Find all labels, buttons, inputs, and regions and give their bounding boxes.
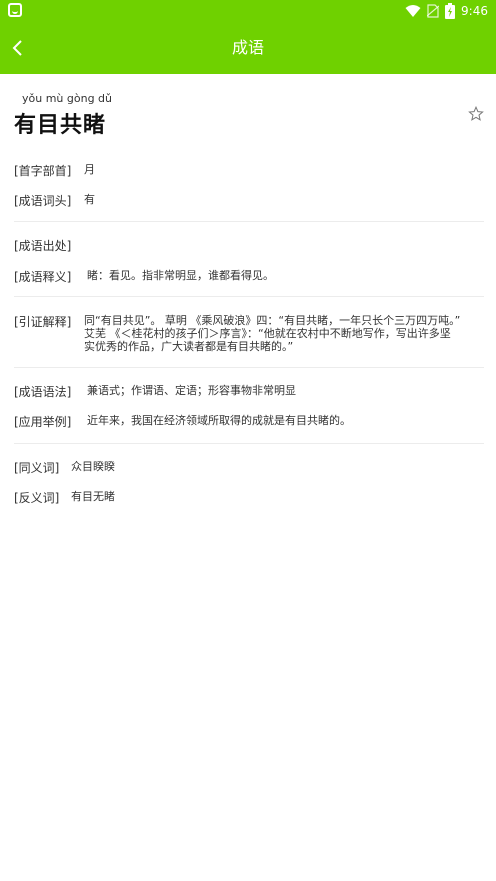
field-citation-label: [引证解释] (14, 315, 72, 329)
field-radical-value: 月 (84, 163, 95, 176)
field-synonym-label: [同义词] (14, 461, 60, 475)
field-antonym-label: [反义词] (14, 491, 60, 505)
field-synonym-value[interactable]: 众目睽睽 (71, 460, 115, 473)
wifi-icon (405, 5, 421, 17)
app-notification-icon (8, 3, 22, 17)
status-indicators: 9:46 (405, 2, 488, 20)
field-usage-value: 兼语式；作谓语、定语；形容事物非常明显 (87, 384, 296, 397)
field-source-label: [成语出处] (14, 239, 72, 253)
app-bar: 成语 (0, 22, 496, 74)
divider (14, 367, 484, 368)
divider (14, 443, 484, 444)
field-usage-label: [成语语法] (14, 385, 72, 399)
field-citation-line: 实优秀的作品，广大读者都是有目共睹的。” (84, 340, 294, 353)
status-time: 9:46 (461, 4, 488, 18)
field-radical-label: [首字部首] (14, 164, 72, 178)
field-example-value: 近年来，我国在经济领域所取得的成就是有目共睹的。 (87, 414, 351, 427)
no-sim-icon (427, 4, 440, 18)
page-title: 成语 (231, 38, 264, 57)
field-meaning-value: 睹：看见。指非常明显，谁都看得见。 (87, 269, 274, 282)
field-antonym-value[interactable]: 有目无睹 (71, 490, 115, 503)
battery-charging-icon (445, 3, 456, 19)
field-citation-line: 同“有目共见”。 草明 《乘风破浪》四：“有目共睹，一年只长个三万四万吨。” (84, 314, 461, 327)
status-bar: 9:46 (0, 0, 496, 22)
divider (14, 296, 484, 297)
field-head-value: 有 (84, 193, 95, 206)
idiom-pinyin: yǒu mù gòng dǔ (22, 92, 113, 105)
field-head-label: [成语词头] (14, 194, 72, 208)
idiom-title: 有目共睹 (14, 113, 107, 138)
favorite-star-icon[interactable] (468, 106, 484, 122)
field-citation-line: 艾芜 《＜桂花村的孩子们＞序言》：“他就在农村中不断地写作，写出许多坚 (84, 327, 451, 340)
divider (14, 221, 484, 222)
field-example-label: [应用举例] (14, 415, 72, 429)
field-meaning-label: [成语释义] (14, 270, 72, 284)
